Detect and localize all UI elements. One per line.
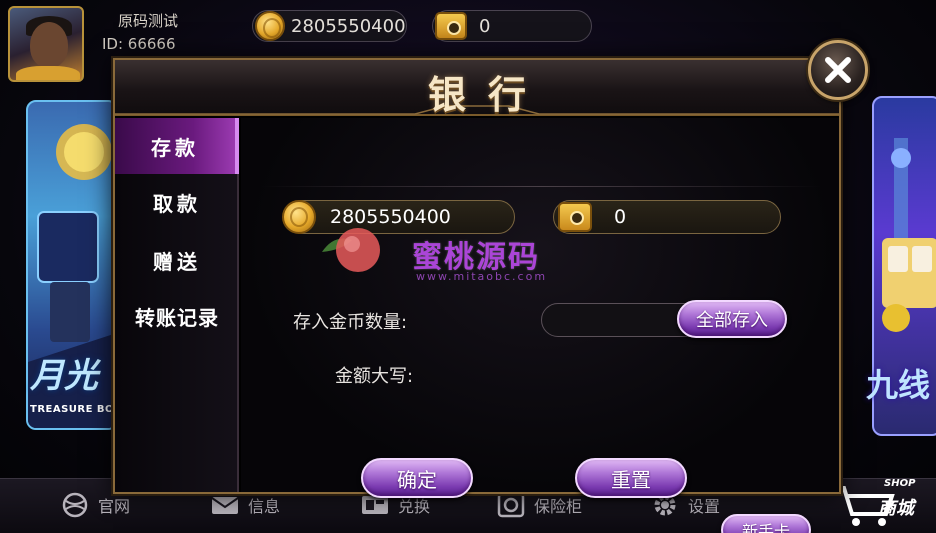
nav-messages-label: 信息 bbox=[248, 497, 281, 516]
tab-transfer-history-label: 转账记录 bbox=[135, 305, 219, 330]
coin-icon bbox=[255, 11, 285, 41]
close-icon bbox=[825, 57, 851, 83]
close-button[interactable] bbox=[808, 40, 868, 100]
safe-icon bbox=[558, 202, 592, 232]
globe-icon bbox=[62, 492, 88, 518]
dialog-title: 银行 bbox=[427, 73, 548, 117]
bank-balance-value: 0 bbox=[614, 206, 627, 228]
bank-balance-field: 0 bbox=[553, 200, 781, 234]
tab-gift[interactable]: 赠送 bbox=[115, 232, 239, 288]
deposit-all-button[interactable]: 全部存入 bbox=[677, 300, 787, 338]
nav-safe[interactable]: 保险柜 bbox=[496, 492, 582, 518]
nav-settings-label: 设置 bbox=[688, 497, 721, 516]
left-card-subtitle: TREASURE BOX bbox=[30, 404, 122, 415]
safe-icon bbox=[435, 12, 467, 40]
tab-transfer-history[interactable]: 转账记录 bbox=[115, 288, 239, 344]
confirm-button[interactable]: 确定 bbox=[361, 458, 473, 498]
reset-button[interactable]: 重置 bbox=[575, 458, 687, 498]
mail-icon bbox=[211, 497, 239, 514]
top-gold-value: 2805550400 bbox=[291, 15, 406, 37]
player-name: 原码测试 bbox=[118, 12, 179, 30]
nav-safe-label: 保险柜 bbox=[534, 497, 583, 516]
left-card-title: 月光 bbox=[30, 356, 98, 396]
player-avatar[interactable] bbox=[8, 6, 84, 82]
dialog-header: 银行 bbox=[115, 60, 839, 117]
nav-messages[interactable]: 信息 bbox=[210, 492, 280, 518]
deposit-amount-label: 存入金币数量: bbox=[293, 312, 408, 333]
tab-withdraw-label: 取款 bbox=[153, 191, 201, 216]
top-gold-balance: 2805550400 bbox=[252, 10, 407, 42]
player-id: ID: 66666 bbox=[102, 35, 176, 53]
deposit-panel: 2805550400 0 存入金币数量: 全部存入 金额大写: 确定 重置 新手… bbox=[241, 118, 839, 533]
tab-gift-label: 赠送 bbox=[153, 249, 201, 274]
shop-en-label: SHOP bbox=[884, 478, 916, 489]
dialog-body: 存款 取款 赠送 转账记录 2805550400 0 存入金币数量: 全部存入 … bbox=[115, 118, 839, 533]
balance-divider bbox=[261, 186, 821, 187]
nav-official-label: 官网 bbox=[98, 497, 131, 516]
bank-sidebar: 存款 取款 赠送 转账记录 bbox=[115, 118, 239, 492]
top-bank-value: 0 bbox=[479, 15, 491, 37]
gold-balance-value: 2805550400 bbox=[330, 206, 451, 228]
gold-balance-field: 2805550400 bbox=[282, 200, 515, 234]
lobby-topbar: 原码测试 ID: 66666 2805550400 0 bbox=[0, 0, 936, 82]
tab-deposit-label: 存款 bbox=[151, 135, 199, 160]
top-bank-balance: 0 bbox=[432, 10, 592, 42]
watermark-url: www.mitaobc.com bbox=[416, 270, 548, 283]
tab-deposit[interactable]: 存款 bbox=[115, 118, 239, 174]
shop-label: 商城 bbox=[878, 498, 914, 519]
vault-icon bbox=[497, 492, 525, 518]
right-card-title: 九线 bbox=[866, 366, 931, 404]
amount-in-words-label: 金额大写: bbox=[335, 366, 414, 387]
newbie-card-button[interactable]: 新手卡 bbox=[721, 514, 811, 533]
coin-icon bbox=[282, 200, 316, 234]
tab-withdraw[interactable]: 取款 bbox=[115, 174, 239, 230]
nav-official[interactable]: 官网 bbox=[60, 492, 130, 518]
